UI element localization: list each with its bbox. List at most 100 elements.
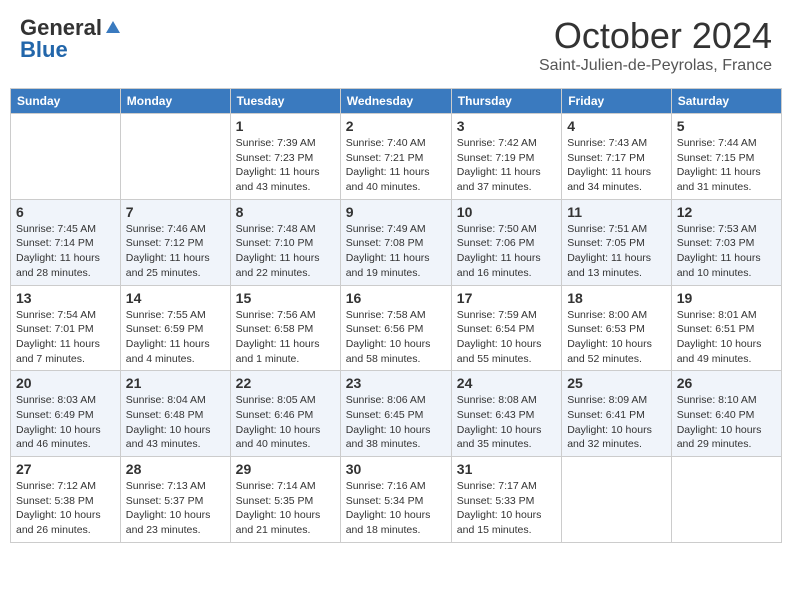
- day-detail: Sunrise: 7:44 AMSunset: 7:15 PMDaylight:…: [677, 136, 776, 195]
- calendar-cell: [562, 457, 672, 543]
- calendar-week-1: 1 Sunrise: 7:39 AMSunset: 7:23 PMDaylight…: [11, 114, 782, 200]
- day-detail: Sunrise: 7:46 AMSunset: 7:12 PMDaylight:…: [126, 222, 225, 281]
- day-number: 12: [677, 204, 776, 220]
- day-number: 1: [236, 118, 335, 134]
- day-detail: Sunrise: 7:12 AMSunset: 5:38 PMDaylight:…: [16, 479, 115, 538]
- day-detail: Sunrise: 8:06 AMSunset: 6:45 PMDaylight:…: [346, 393, 446, 452]
- calendar-cell: 29 Sunrise: 7:14 AMSunset: 5:35 PMDayligh…: [230, 457, 340, 543]
- calendar-cell: 8 Sunrise: 7:48 AMSunset: 7:10 PMDaylight…: [230, 199, 340, 285]
- calendar-cell: 16 Sunrise: 7:58 AMSunset: 6:56 PMDayligh…: [340, 285, 451, 371]
- calendar-cell: 20 Sunrise: 8:03 AMSunset: 6:49 PMDayligh…: [11, 371, 121, 457]
- day-detail: Sunrise: 8:00 AMSunset: 6:53 PMDaylight:…: [567, 308, 666, 367]
- calendar-cell: 4Sunrise: 7:43 AMSunset: 7:17 PMDaylight…: [562, 114, 672, 200]
- calendar-cell: 3 Sunrise: 7:42 AMSunset: 7:19 PMDaylight…: [451, 114, 561, 200]
- day-number: 10: [457, 204, 556, 220]
- day-header-saturday: Saturday: [671, 89, 781, 114]
- day-header-tuesday: Tuesday: [230, 89, 340, 114]
- calendar-week-2: 6Sunrise: 7:45 AMSunset: 7:14 PMDaylight…: [11, 199, 782, 285]
- day-number: 29: [236, 461, 335, 477]
- calendar-cell: 5Sunrise: 7:44 AMSunset: 7:15 PMDaylight…: [671, 114, 781, 200]
- day-number: 14: [126, 290, 225, 306]
- calendar-cell: 13 Sunrise: 7:54 AMSunset: 7:01 PMDayligh…: [11, 285, 121, 371]
- calendar-cell: 9 Sunrise: 7:49 AMSunset: 7:08 PMDaylight…: [340, 199, 451, 285]
- day-header-wednesday: Wednesday: [340, 89, 451, 114]
- day-detail: Sunrise: 7:48 AMSunset: 7:10 PMDaylight:…: [236, 222, 335, 281]
- day-number: 18: [567, 290, 666, 306]
- calendar-cell: 2 Sunrise: 7:40 AMSunset: 7:21 PMDaylight…: [340, 114, 451, 200]
- day-number: 19: [677, 290, 776, 306]
- day-header-friday: Friday: [562, 89, 672, 114]
- day-number: 20: [16, 375, 115, 391]
- day-number: 3: [457, 118, 556, 134]
- month-title: October 2024: [539, 15, 772, 57]
- day-number: 22: [236, 375, 335, 391]
- day-detail: Sunrise: 8:09 AMSunset: 6:41 PMDaylight:…: [567, 393, 666, 452]
- calendar-table: SundayMondayTuesdayWednesdayThursdayFrid…: [10, 88, 782, 543]
- calendar-cell: 22 Sunrise: 8:05 AMSunset: 6:46 PMDayligh…: [230, 371, 340, 457]
- day-number: 7: [126, 204, 225, 220]
- day-detail: Sunrise: 7:17 AMSunset: 5:33 PMDaylight:…: [457, 479, 556, 538]
- calendar-cell: 31 Sunrise: 7:17 AMSunset: 5:33 PMDayligh…: [451, 457, 561, 543]
- calendar-cell: [120, 114, 230, 200]
- day-number: 8: [236, 204, 335, 220]
- day-detail: Sunrise: 7:56 AMSunset: 6:58 PMDaylight:…: [236, 308, 335, 367]
- day-number: 9: [346, 204, 446, 220]
- calendar-cell: 6Sunrise: 7:45 AMSunset: 7:14 PMDaylight…: [11, 199, 121, 285]
- day-number: 27: [16, 461, 115, 477]
- calendar-week-4: 20 Sunrise: 8:03 AMSunset: 6:49 PMDayligh…: [11, 371, 782, 457]
- day-number: 17: [457, 290, 556, 306]
- calendar-cell: 18 Sunrise: 8:00 AMSunset: 6:53 PMDayligh…: [562, 285, 672, 371]
- day-detail: Sunrise: 7:51 AMSunset: 7:05 PMDaylight:…: [567, 222, 666, 281]
- location-title: Saint-Julien-de-Peyrolas, France: [539, 57, 772, 75]
- day-detail: Sunrise: 7:16 AMSunset: 5:34 PMDaylight:…: [346, 479, 446, 538]
- day-detail: Sunrise: 8:10 AMSunset: 6:40 PMDaylight:…: [677, 393, 776, 452]
- day-detail: Sunrise: 8:01 AMSunset: 6:51 PMDaylight:…: [677, 308, 776, 367]
- day-number: 2: [346, 118, 446, 134]
- day-detail: Sunrise: 8:04 AMSunset: 6:48 PMDaylight:…: [126, 393, 225, 452]
- day-number: 31: [457, 461, 556, 477]
- day-detail: Sunrise: 8:03 AMSunset: 6:49 PMDaylight:…: [16, 393, 115, 452]
- calendar-week-3: 13 Sunrise: 7:54 AMSunset: 7:01 PMDayligh…: [11, 285, 782, 371]
- calendar-cell: 10 Sunrise: 7:50 AMSunset: 7:06 PMDayligh…: [451, 199, 561, 285]
- day-detail: Sunrise: 7:43 AMSunset: 7:17 PMDaylight:…: [567, 136, 666, 195]
- day-detail: Sunrise: 7:39 AMSunset: 7:23 PMDaylight:…: [236, 136, 335, 195]
- day-detail: Sunrise: 8:05 AMSunset: 6:46 PMDaylight:…: [236, 393, 335, 452]
- day-detail: Sunrise: 8:08 AMSunset: 6:43 PMDaylight:…: [457, 393, 556, 452]
- day-header-thursday: Thursday: [451, 89, 561, 114]
- day-number: 21: [126, 375, 225, 391]
- day-detail: Sunrise: 7:54 AMSunset: 7:01 PMDaylight:…: [16, 308, 115, 367]
- calendar-cell: 7 Sunrise: 7:46 AMSunset: 7:12 PMDaylight…: [120, 199, 230, 285]
- day-number: 6: [16, 204, 115, 220]
- calendar-cell: 28Sunrise: 7:13 AMSunset: 5:37 PMDayligh…: [120, 457, 230, 543]
- calendar-cell: 1 Sunrise: 7:39 AMSunset: 7:23 PMDaylight…: [230, 114, 340, 200]
- day-number: 23: [346, 375, 446, 391]
- day-number: 16: [346, 290, 446, 306]
- logo-icon: [104, 19, 122, 37]
- day-number: 13: [16, 290, 115, 306]
- calendar-cell: [671, 457, 781, 543]
- day-header-monday: Monday: [120, 89, 230, 114]
- calendar-header-row: SundayMondayTuesdayWednesdayThursdayFrid…: [11, 89, 782, 114]
- day-number: 24: [457, 375, 556, 391]
- day-detail: Sunrise: 7:14 AMSunset: 5:35 PMDaylight:…: [236, 479, 335, 538]
- day-detail: Sunrise: 7:49 AMSunset: 7:08 PMDaylight:…: [346, 222, 446, 281]
- calendar-cell: 26 Sunrise: 8:10 AMSunset: 6:40 PMDayligh…: [671, 371, 781, 457]
- day-detail: Sunrise: 7:58 AMSunset: 6:56 PMDaylight:…: [346, 308, 446, 367]
- calendar-body: 1 Sunrise: 7:39 AMSunset: 7:23 PMDaylight…: [11, 114, 782, 543]
- calendar-cell: 15Sunrise: 7:56 AMSunset: 6:58 PMDayligh…: [230, 285, 340, 371]
- day-detail: Sunrise: 7:50 AMSunset: 7:06 PMDaylight:…: [457, 222, 556, 281]
- calendar-cell: [11, 114, 121, 200]
- day-number: 26: [677, 375, 776, 391]
- logo: General Blue: [20, 15, 122, 63]
- day-detail: Sunrise: 7:59 AMSunset: 6:54 PMDaylight:…: [457, 308, 556, 367]
- title-block: October 2024 Saint-Julien-de-Peyrolas, F…: [539, 15, 772, 75]
- day-number: 28: [126, 461, 225, 477]
- day-header-sunday: Sunday: [11, 89, 121, 114]
- calendar-cell: 11Sunrise: 7:51 AMSunset: 7:05 PMDayligh…: [562, 199, 672, 285]
- page-header: General Blue October 2024 Saint-Julien-d…: [10, 10, 782, 80]
- calendar-cell: 27 Sunrise: 7:12 AMSunset: 5:38 PMDayligh…: [11, 457, 121, 543]
- calendar-cell: 17 Sunrise: 7:59 AMSunset: 6:54 PMDayligh…: [451, 285, 561, 371]
- calendar-cell: 19 Sunrise: 8:01 AMSunset: 6:51 PMDayligh…: [671, 285, 781, 371]
- day-detail: Sunrise: 7:42 AMSunset: 7:19 PMDaylight:…: [457, 136, 556, 195]
- day-detail: Sunrise: 7:40 AMSunset: 7:21 PMDaylight:…: [346, 136, 446, 195]
